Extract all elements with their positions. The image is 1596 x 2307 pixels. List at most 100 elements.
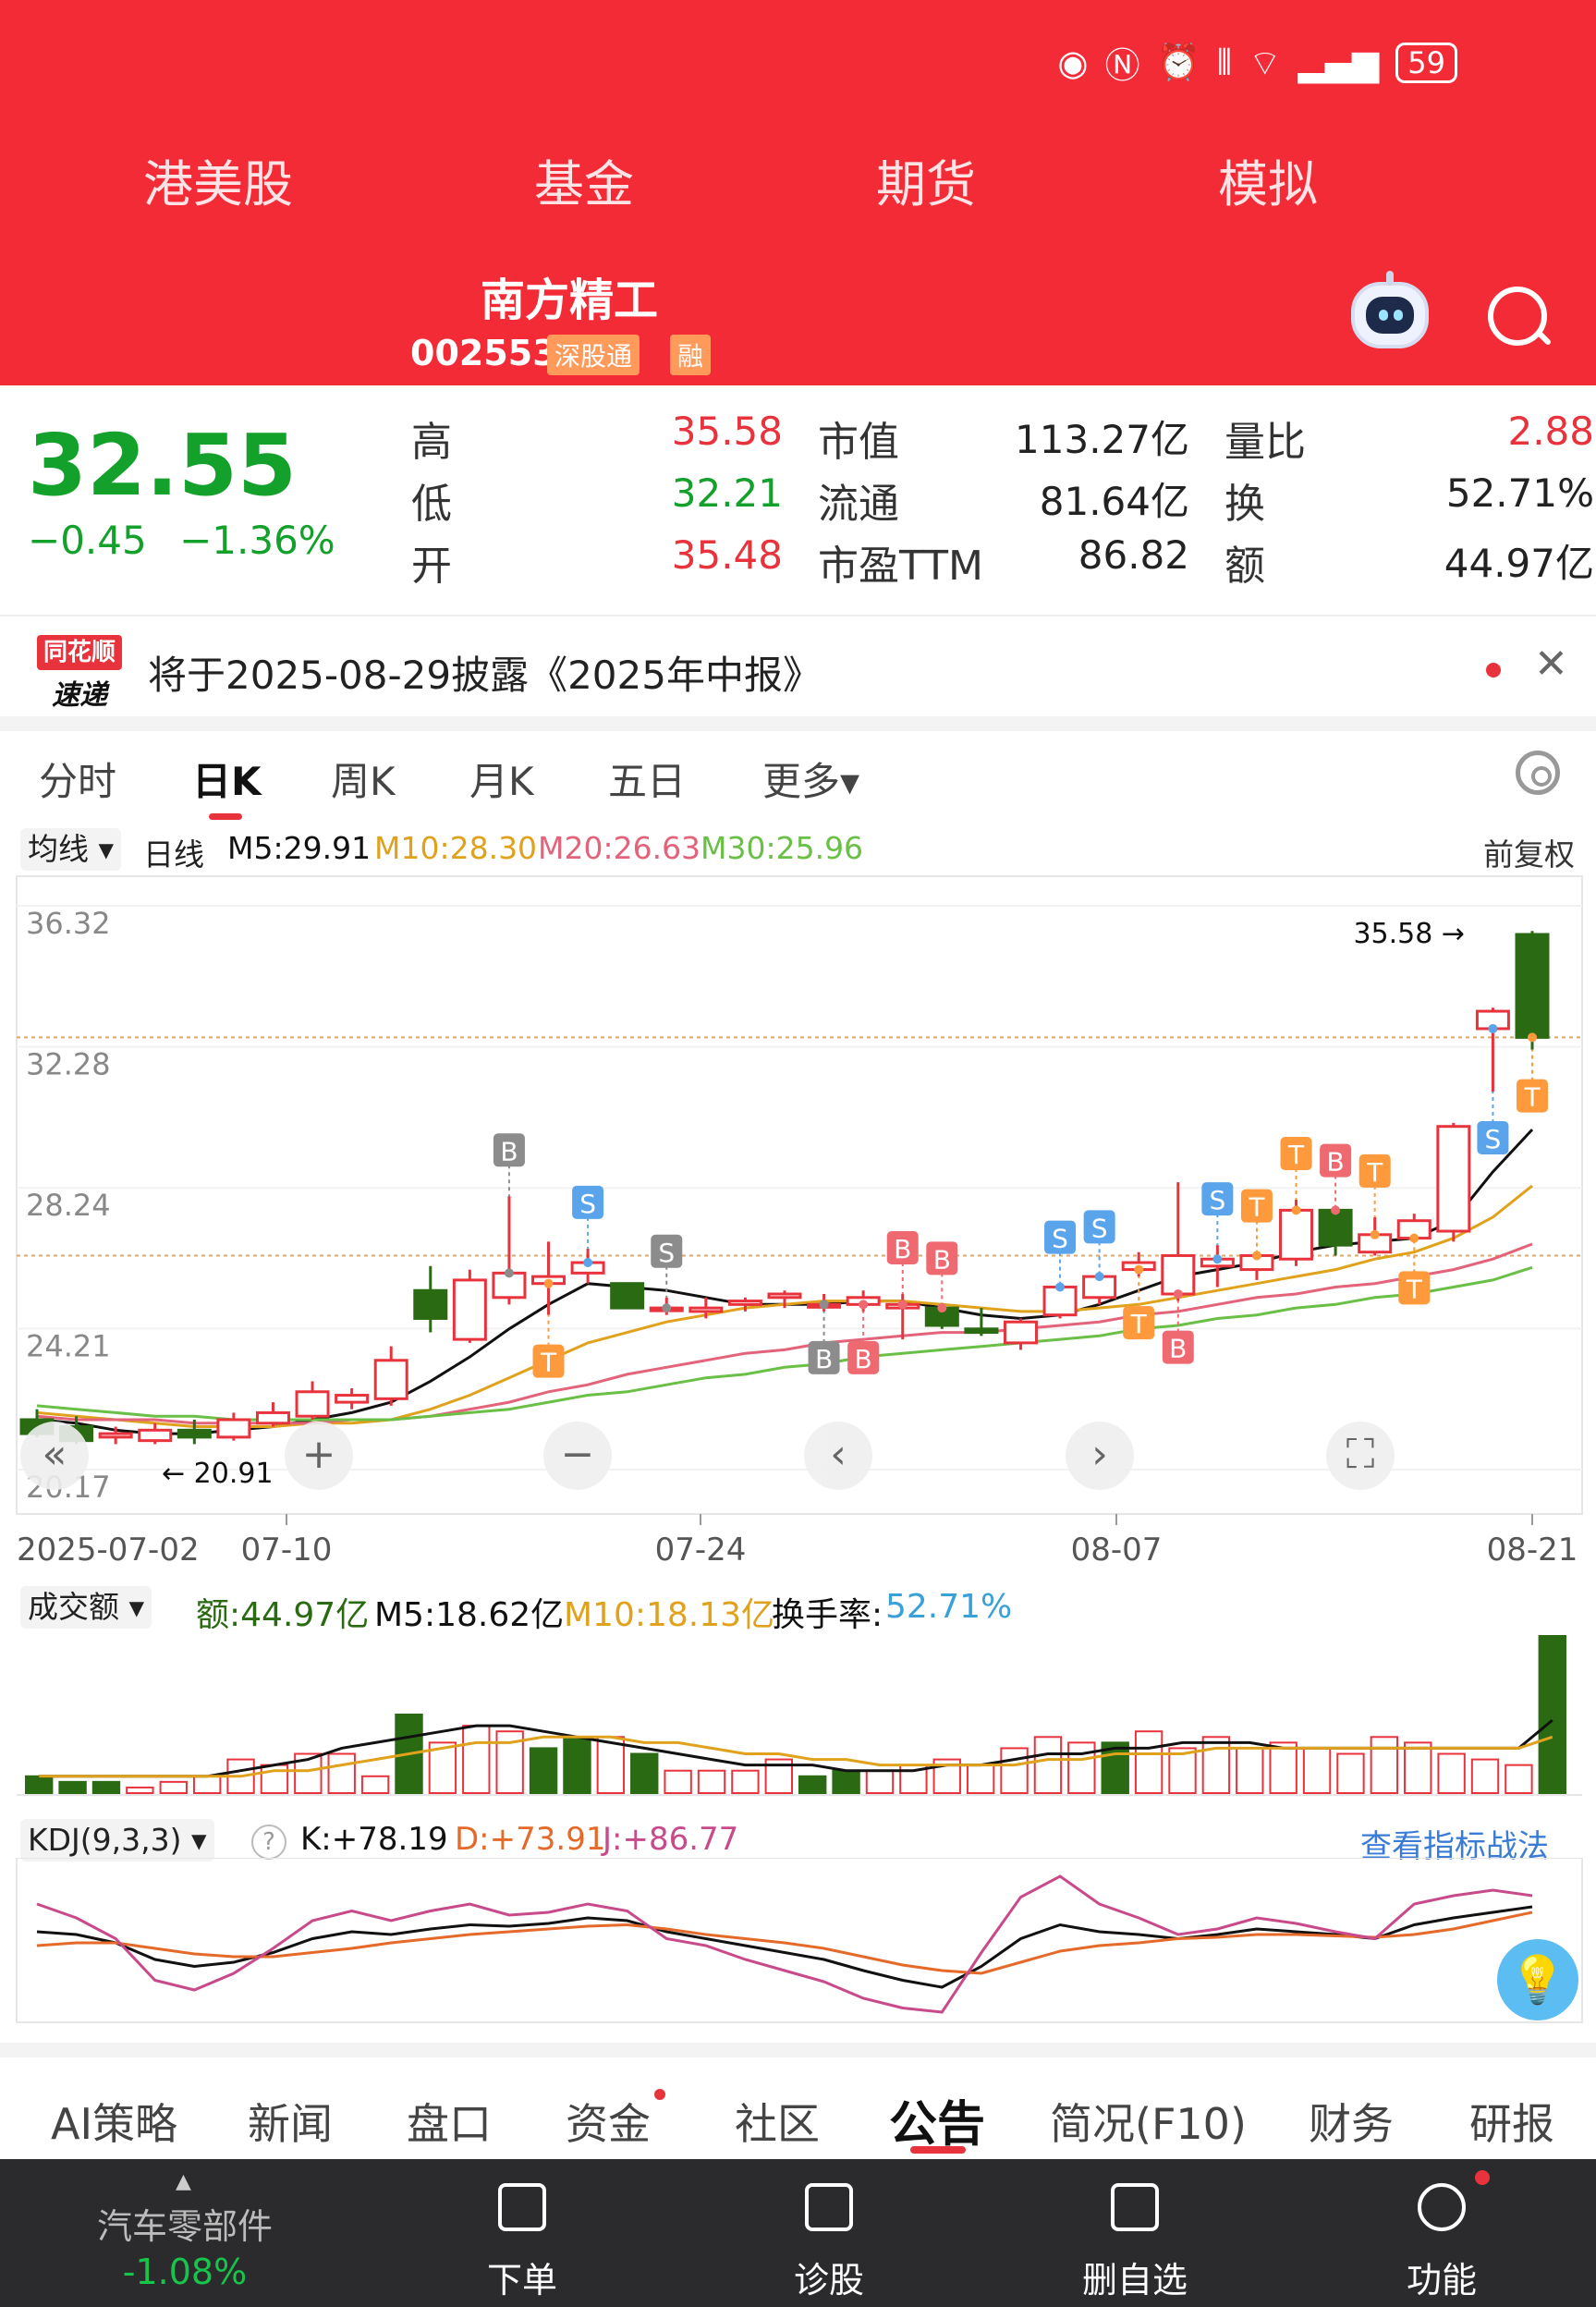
settings-icon[interactable] (1516, 751, 1560, 795)
low-value: 32.21 (671, 470, 783, 516)
volume-bar (529, 1747, 558, 1795)
tab-daily-k[interactable]: 日K (192, 751, 262, 807)
tab-orderbook[interactable]: 盘口 (407, 2091, 492, 2152)
sector-indicator[interactable]: ▲ 汽车零部件 -1.08% (92, 2159, 277, 2307)
signal-dot (897, 1300, 908, 1310)
robot-antenna (1386, 271, 1394, 286)
zoom-in-icon[interactable]: + (285, 1422, 353, 1490)
tab-announcements[interactable]: 公告 (889, 2085, 985, 2154)
notice-banner[interactable]: 同花顺 速递 将于2025-08-29披露《2025年中报》 ✕ (0, 615, 1596, 718)
top-nav-item[interactable]: 期货 (876, 143, 976, 216)
signal-dot (1291, 1205, 1301, 1215)
top-nav-item[interactable]: 港美股 (143, 143, 293, 216)
volume-bar (865, 1769, 895, 1794)
remove-watchlist-button[interactable]: 删自选 (1042, 2159, 1227, 2307)
signal-badge-label: S (1485, 1124, 1502, 1154)
signal-dot (1331, 1205, 1341, 1215)
info-tabs: AI策略 新闻 盘口 资金 社区 公告 简况(F10) 财务 研报 (0, 2043, 1596, 2168)
signal-badge-label: T (1248, 1192, 1265, 1223)
connect-badge: 深股通 (547, 335, 640, 375)
turnover-rate-label: 换手率: (772, 1596, 883, 1634)
close-icon[interactable]: ✕ (1534, 641, 1568, 688)
lightbulb-icon[interactable]: 💡 (1497, 1939, 1578, 2020)
stock-name: 南方精工 (481, 275, 659, 326)
volume-bar (1000, 1747, 1029, 1795)
tab-financials[interactable]: 财务 (1309, 2091, 1394, 2152)
tab-profile-f10[interactable]: 简况(F10) (1050, 2091, 1247, 2152)
scroll-right-icon[interactable]: › (1066, 1422, 1134, 1490)
ma-line-m30 (36, 1265, 1533, 1422)
help-icon[interactable]: ? (251, 1825, 286, 1860)
period-label: 日线 (143, 836, 204, 873)
bottom-toolbar: ▲ 汽车零部件 -1.08% 下单 诊股 删自选 功能 (0, 2159, 1596, 2307)
functions-button[interactable]: 功能 (1349, 2159, 1534, 2307)
mktcap-value: 113.27亿 (1015, 417, 1189, 462)
search-icon[interactable] (1488, 287, 1547, 346)
logo-bottom-text: 速递 (52, 679, 107, 712)
tab-timeshare[interactable]: 分时 (39, 751, 116, 807)
signal-dot (937, 1303, 947, 1313)
remove-watchlist-label: 删自选 (1081, 2260, 1188, 2301)
x-tick-label: 08-07 (1071, 1532, 1163, 1569)
volume-bar (327, 1752, 356, 1794)
indicator-selector[interactable]: 均线 ▾ (20, 828, 122, 871)
candle-body (1436, 1125, 1471, 1233)
diagnose-stock-button[interactable]: 诊股 (737, 2159, 921, 2307)
tab-research[interactable]: 研报 (1469, 2091, 1554, 2152)
signal-badge-label: S (579, 1189, 596, 1219)
zoom-out-icon[interactable]: − (543, 1422, 612, 1490)
up-arrow-icon: ▲ (176, 2170, 191, 2193)
place-order-button[interactable]: 下单 (430, 2159, 615, 2307)
kdj-indicator-selector[interactable]: KDJ(9,3,3) ▾ (20, 1819, 214, 1861)
notice-text[interactable]: 将于2025-08-29披露《2025年中报》 (148, 644, 822, 701)
tab-ai-strategy[interactable]: AI策略 (51, 2091, 177, 2152)
sector-name: 汽车零部件 (96, 2206, 273, 2247)
menu-circle-icon (1418, 2183, 1466, 2231)
signal-dot (1055, 1282, 1066, 1292)
volume-bar (1470, 1758, 1500, 1794)
candle-body (1161, 1253, 1196, 1296)
tab-news[interactable]: 新闻 (248, 2091, 333, 2152)
signal-dot (583, 1258, 593, 1268)
tab-community[interactable]: 社区 (735, 2091, 820, 2152)
ma10-value: M10:28.30 (374, 830, 538, 866)
signal-dot (1488, 1023, 1498, 1033)
tab-weekly-k[interactable]: 周K (331, 751, 396, 807)
ai-robot-icon[interactable] (1351, 271, 1429, 348)
candle-body (452, 1278, 487, 1341)
fullscreen-icon[interactable]: ⛶ (1326, 1422, 1395, 1490)
diagnose-stock-label: 诊股 (793, 2260, 864, 2301)
price-adjust-toggle[interactable]: 前复权 (1483, 830, 1575, 873)
x-tick-label: 07-24 (655, 1532, 747, 1569)
scroll-left-fast-icon[interactable]: « (20, 1422, 89, 1490)
volume-bar (1437, 1752, 1466, 1794)
signal-dot (1094, 1272, 1104, 1282)
tab-funds[interactable]: 资金 (566, 2091, 651, 2152)
top-nav-item[interactable]: 基金 (534, 143, 634, 216)
volume-chart[interactable] (0, 1627, 1596, 1812)
tab-monthly-k[interactable]: 月K (469, 751, 534, 807)
tab-five-day[interactable]: 五日 (608, 751, 686, 807)
volume-bar (966, 1764, 995, 1794)
place-order-label: 下单 (486, 2260, 557, 2301)
candle-body (138, 1428, 173, 1443)
active-tab-underline (209, 813, 242, 820)
volume-bar (563, 1736, 591, 1794)
volume-indicator-selector[interactable]: 成交额 ▾ (20, 1586, 152, 1629)
amount-value: 44.97亿 (1444, 541, 1594, 586)
signal-dot (1409, 1233, 1419, 1243)
unread-dot (1486, 663, 1501, 677)
volume-ratio-label: 量比 (1224, 419, 1306, 466)
candle-body (255, 1410, 290, 1425)
x-tick-label: 08-21 (1487, 1532, 1578, 1569)
tab-more[interactable]: 更多▾ (762, 751, 859, 807)
volume-bar (1201, 1736, 1231, 1794)
candle-body (727, 1300, 762, 1306)
price-change: −0.45 −1.36% (28, 518, 335, 563)
kdj-chart[interactable] (0, 1858, 1596, 2024)
turnover-rate-value: 52.71% (885, 1588, 1013, 1626)
top-nav-item[interactable]: 模拟 (1218, 143, 1318, 216)
high-price-label: 35.58 → (1353, 918, 1465, 950)
scroll-left-icon[interactable]: ‹ (804, 1422, 872, 1490)
candle-body (610, 1282, 645, 1310)
